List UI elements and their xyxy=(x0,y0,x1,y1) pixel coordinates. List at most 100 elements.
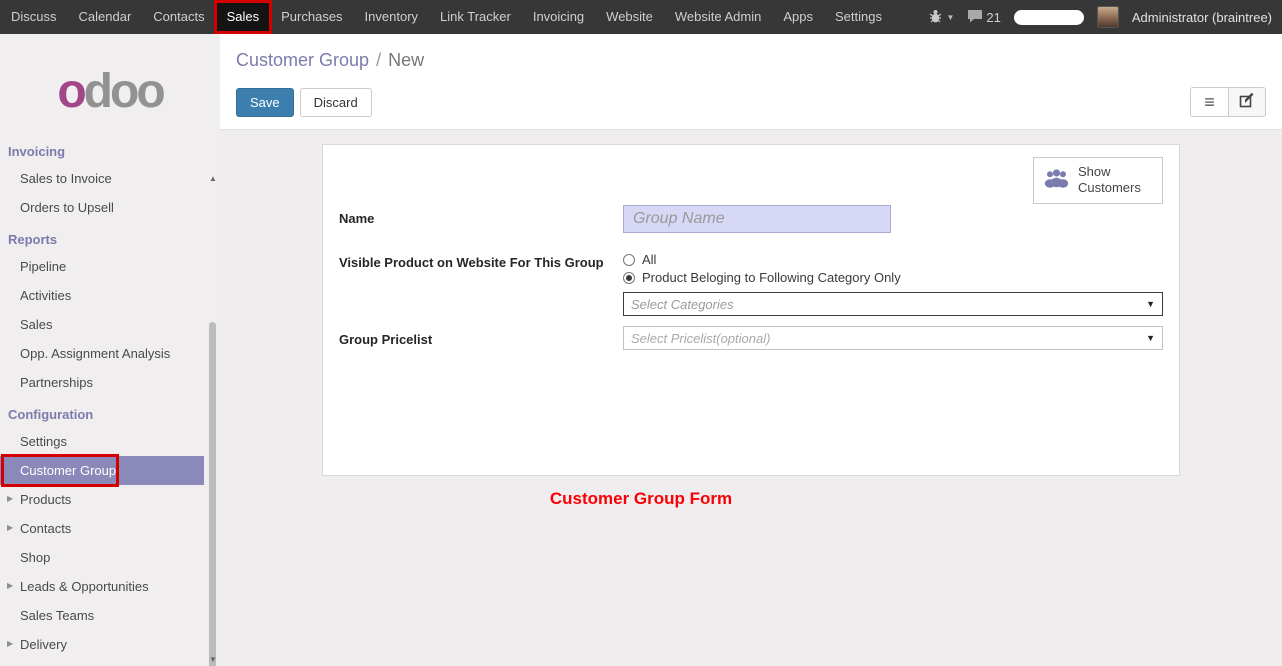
main-area: Customer Group / New Save Discard ≡ xyxy=(220,34,1282,666)
chat-icon xyxy=(967,9,983,26)
expand-arrow-icon: ▶ xyxy=(7,494,13,503)
discard-button[interactable]: Discard xyxy=(300,88,372,117)
customers-icon xyxy=(1043,168,1070,193)
pricelist-label: Group Pricelist xyxy=(339,326,623,347)
topbar-menu-discuss[interactable]: Discuss xyxy=(0,0,68,34)
categories-select-placeholder: Select Categories xyxy=(631,297,734,312)
user-menu[interactable]: Administrator (braintree) xyxy=(1132,10,1272,25)
radio-category-only-control[interactable] xyxy=(623,272,635,284)
topbar-menu-inventory[interactable]: Inventory xyxy=(354,0,429,34)
sidebar-item-opp-assignment-analysis[interactable]: Opp. Assignment Analysis xyxy=(0,339,204,368)
sidebar-item-activities[interactable]: Activities xyxy=(0,281,204,310)
sidebar-item-delivery[interactable]: ▶ Delivery xyxy=(0,630,204,659)
group-name-input[interactable] xyxy=(623,205,891,233)
topbar-menu-settings[interactable]: Settings xyxy=(824,0,893,34)
expand-arrow-icon: ▶ xyxy=(7,523,13,532)
odoo-logo: odoo xyxy=(0,34,220,134)
sidebar-item-sales-teams[interactable]: Sales Teams xyxy=(0,601,204,630)
sidebar-item-sales-to-invoice[interactable]: Sales to Invoice xyxy=(0,164,204,193)
list-view-button[interactable]: ≡ xyxy=(1190,87,1228,117)
user-avatar xyxy=(1097,6,1119,28)
topbar-menu-apps[interactable]: Apps xyxy=(772,0,824,34)
sidebar-scrollbar[interactable]: ▲ ▼ xyxy=(207,174,219,666)
save-button[interactable]: Save xyxy=(236,88,294,117)
status-pill[interactable] xyxy=(1014,10,1084,25)
topbar-menu: Discuss Calendar Contacts Sales Purchase… xyxy=(0,0,893,34)
list-view-icon: ≡ xyxy=(1204,93,1215,111)
visible-product-field-row: Visible Product on Website For This Grou… xyxy=(339,249,1163,316)
topbar-menu-website[interactable]: Website xyxy=(595,0,664,34)
breadcrumb-separator: / xyxy=(376,50,381,70)
topbar-menu-link-tracker[interactable]: Link Tracker xyxy=(429,0,522,34)
scroll-up-icon[interactable]: ▲ xyxy=(207,174,219,183)
debug-menu-button[interactable]: ▼ xyxy=(928,9,954,26)
odoo-logo-rest: doo xyxy=(84,65,163,118)
sidebar-item-pipeline[interactable]: Pipeline xyxy=(0,252,204,281)
name-label: Name xyxy=(339,205,623,226)
show-customers-label: Show Customers xyxy=(1078,164,1153,197)
view-switcher: ≡ xyxy=(1190,87,1266,117)
sidebar-item-customer-group[interactable]: Customer Group xyxy=(0,456,204,485)
sidebar-item-partnerships[interactable]: Partnerships xyxy=(0,368,204,397)
app-shell: odoo Invoicing Sales to Invoice Orders t… xyxy=(0,34,1282,666)
pricelist-select[interactable]: Select Pricelist(optional) ▼ xyxy=(623,326,1163,350)
action-buttons-row: Save Discard ≡ xyxy=(236,87,1266,117)
sidebar-item-sales[interactable]: Sales xyxy=(0,310,204,339)
pricelist-select-placeholder: Select Pricelist(optional) xyxy=(631,331,770,346)
sidebar-item-leads-opportunities-label: Leads & Opportunities xyxy=(20,579,149,594)
visible-product-label: Visible Product on Website For This Grou… xyxy=(339,249,623,270)
topbar-menu-purchases[interactable]: Purchases xyxy=(270,0,353,34)
breadcrumb: Customer Group / New xyxy=(236,50,1266,71)
sidebar-item-products[interactable]: ▶ Products xyxy=(0,485,204,514)
scroll-down-icon[interactable]: ▼ xyxy=(207,655,219,664)
expand-arrow-icon: ▶ xyxy=(7,639,13,648)
form-view-icon xyxy=(1239,92,1255,113)
pricelist-field-cell: Select Pricelist(optional) ▼ xyxy=(623,326,1163,350)
form-sheet: Show Customers Name Visible Product on W… xyxy=(322,144,1180,476)
sidebar: odoo Invoicing Sales to Invoice Orders t… xyxy=(0,34,220,666)
sidebar-section-reports: Reports xyxy=(0,222,220,252)
radio-all[interactable]: All xyxy=(623,252,1163,267)
dropdown-caret-icon: ▼ xyxy=(1146,333,1155,343)
radio-category-only[interactable]: Product Beloging to Following Category O… xyxy=(623,270,1163,285)
sidebar-item-settings[interactable]: Settings xyxy=(0,427,204,456)
bug-icon xyxy=(928,9,943,26)
sidebar-item-orders-to-upsell[interactable]: Orders to Upsell xyxy=(0,193,204,222)
show-customers-button[interactable]: Show Customers xyxy=(1033,157,1163,204)
messages-button[interactable]: 21 xyxy=(967,9,1000,26)
form-view-button[interactable] xyxy=(1228,87,1266,117)
visible-product-field-cell: All Product Beloging to Following Catego… xyxy=(623,249,1163,316)
expand-arrow-icon: ▶ xyxy=(7,581,13,590)
breadcrumb-new: New xyxy=(388,50,424,70)
name-field-cell xyxy=(623,205,1163,233)
breadcrumb-customer-group[interactable]: Customer Group xyxy=(236,50,369,70)
form-content: Show Customers Name Visible Product on W… xyxy=(220,130,1282,666)
topbar-menu-sales-label: Sales xyxy=(227,9,260,24)
sidebar-section-configuration: Configuration xyxy=(0,397,220,427)
sidebar-item-leads-opportunities[interactable]: ▶ Leads & Opportunities xyxy=(0,572,204,601)
odoo-logo-first-letter: o xyxy=(57,65,83,118)
radio-category-only-label: Product Beloging to Following Category O… xyxy=(642,270,901,285)
sidebar-item-contacts-label: Contacts xyxy=(20,521,71,536)
scrollbar-thumb[interactable] xyxy=(209,322,216,666)
topbar-menu-calendar[interactable]: Calendar xyxy=(68,0,143,34)
pricelist-field-row: Group Pricelist Select Pricelist(optiona… xyxy=(339,326,1163,350)
categories-select[interactable]: Select Categories ▼ xyxy=(623,292,1163,316)
sidebar-section-invoicing: Invoicing xyxy=(0,134,220,164)
name-field-row: Name xyxy=(339,205,1163,233)
topbar-menu-website-admin[interactable]: Website Admin xyxy=(664,0,772,34)
chevron-down-icon: ▼ xyxy=(946,13,954,22)
dropdown-caret-icon: ▼ xyxy=(1146,299,1155,309)
sidebar-item-shop[interactable]: Shop xyxy=(0,543,204,572)
sidebar-item-delivery-label: Delivery xyxy=(20,637,67,652)
topbar-menu-sales[interactable]: Sales xyxy=(216,0,271,34)
sidebar-item-customer-group-label: Customer Group xyxy=(20,463,116,478)
topbar-menu-invoicing[interactable]: Invoicing xyxy=(522,0,595,34)
topbar-menu-contacts[interactable]: Contacts xyxy=(142,0,215,34)
sidebar-item-contacts[interactable]: ▶ Contacts xyxy=(0,514,204,543)
messages-count: 21 xyxy=(986,10,1000,25)
radio-all-label: All xyxy=(642,252,656,267)
radio-all-control[interactable] xyxy=(623,254,635,266)
control-panel: Customer Group / New Save Discard ≡ xyxy=(220,34,1282,130)
topbar-right: ▼ 21 Administrator (braintree) xyxy=(928,0,1282,34)
